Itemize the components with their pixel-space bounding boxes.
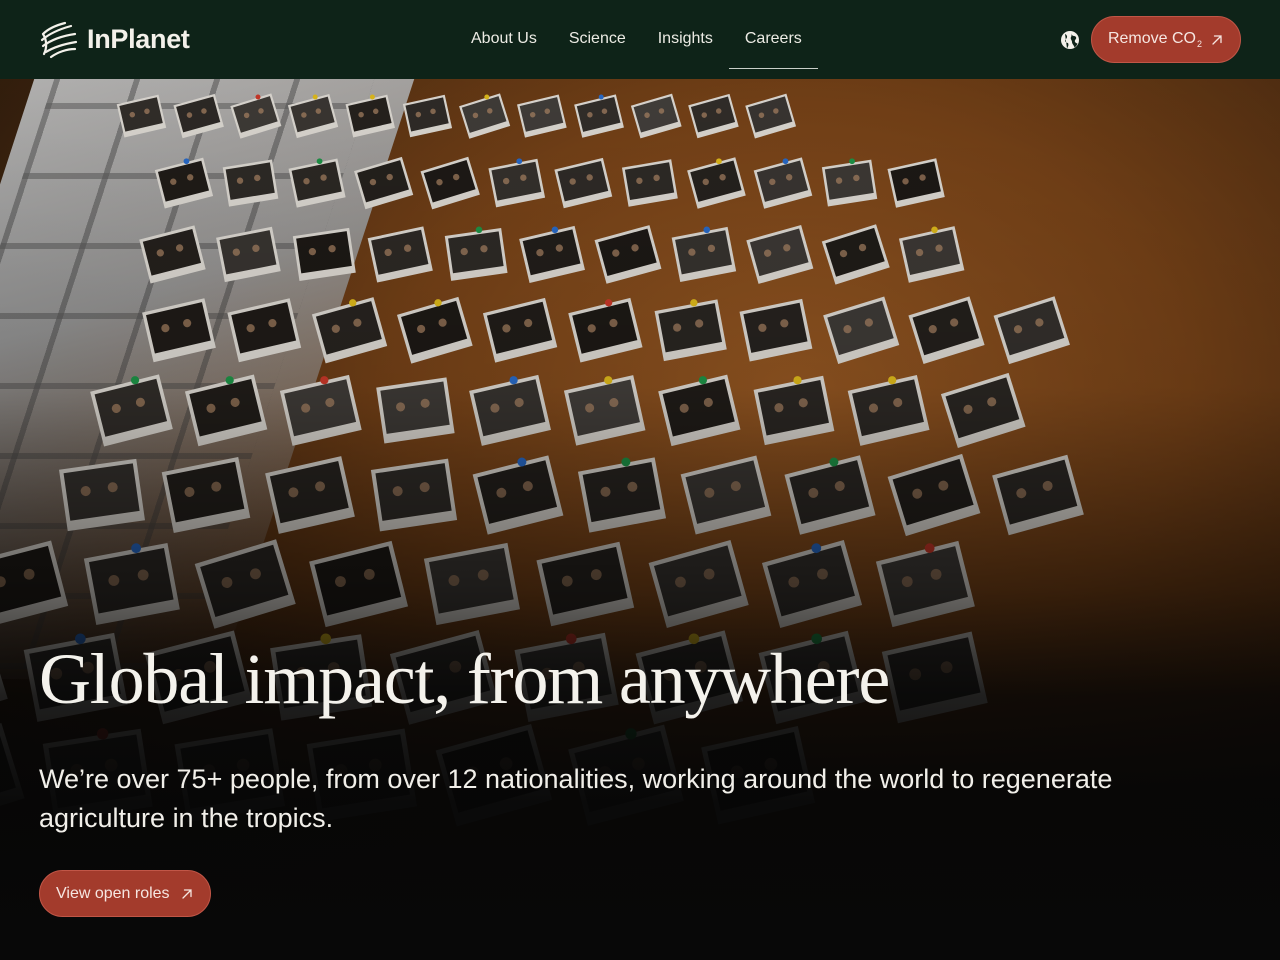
- inplanet-logo-icon: [40, 21, 78, 58]
- nav-insights[interactable]: Insights: [642, 9, 729, 69]
- nav-careers[interactable]: Careers: [728, 9, 818, 69]
- language-selector[interactable]: [1059, 29, 1081, 51]
- globe-icon: [1060, 30, 1079, 49]
- hero-section: Global impact, from anywhere We’re over …: [0, 79, 1280, 960]
- hero-title: Global impact, from anywhere: [39, 639, 890, 719]
- nav-about-us[interactable]: About Us: [455, 9, 553, 69]
- hero-content: Global impact, from anywhere We’re over …: [39, 638, 1239, 917]
- careers-page: Global impact, from anywhere We’re over …: [0, 0, 1280, 960]
- arrow-up-right-icon: [181, 888, 192, 899]
- view-open-roles-button[interactable]: View open roles: [39, 870, 211, 917]
- logo-link[interactable]: InPlanet: [39, 20, 190, 60]
- nav-science[interactable]: Science: [553, 9, 642, 69]
- logo-text: InPlanet: [87, 24, 190, 54]
- header-actions: Remove CO2: [1059, 0, 1241, 79]
- remove-co2-button[interactable]: Remove CO2: [1090, 16, 1241, 63]
- remove-co2-label: Remove CO2: [1107, 30, 1202, 49]
- view-open-roles-label: View open roles: [56, 884, 170, 902]
- hero-subtitle: We’re over 75+ people, from over 12 nati…: [39, 764, 1113, 833]
- arrow-up-right-icon: [1212, 34, 1222, 45]
- site-header: InPlanet About Us Science Insights Caree…: [0, 0, 1280, 79]
- main-nav: About Us Science Insights Careers: [455, 0, 818, 79]
